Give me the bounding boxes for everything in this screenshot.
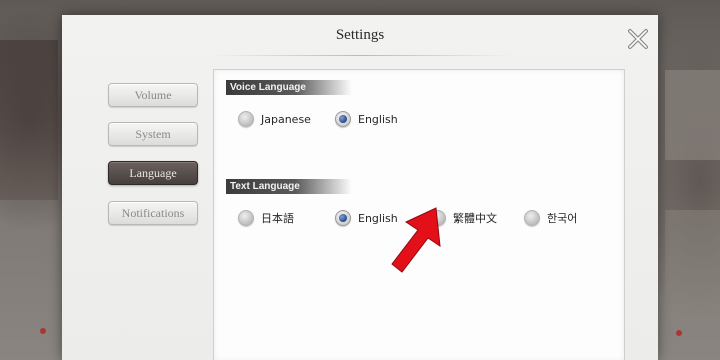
voice-language-header: Voice Language [226,80,352,95]
text-option-japanese[interactable]: 日本語 [238,208,294,228]
option-label: Japanese [261,112,311,126]
tab-volume[interactable]: Volume [108,83,198,107]
red-arrow-icon [391,207,441,273]
background-red-dot [40,328,46,334]
option-label: 日本語 [261,212,294,225]
background-card [665,70,720,160]
option-label: English [358,112,398,126]
tab-system[interactable]: System [108,122,198,146]
title-divider [212,55,512,56]
radio-button [238,210,254,226]
close-button[interactable] [626,27,650,51]
window-title: Settings [335,27,385,43]
voice-option-japanese[interactable]: Japanese [238,109,311,129]
radio-button-selected [335,111,351,127]
settings-window: Settings Volume System Language Notifica… [62,15,658,360]
radio-button-selected [335,210,351,226]
text-option-korean[interactable]: 한국어 [524,208,577,228]
close-x-icon [628,29,648,49]
radio-button [238,111,254,127]
text-language-header: Text Language [226,179,352,194]
tab-language[interactable]: Language [108,161,198,185]
option-label: 繁體中文 [453,212,497,225]
voice-option-english[interactable]: English [335,109,398,129]
background-character [0,40,58,200]
radio-button [524,210,540,226]
option-label: 한국어 [547,212,578,225]
background-red-dot [676,330,682,336]
background-card [665,210,720,330]
tab-notifications[interactable]: Notifications [108,201,198,225]
